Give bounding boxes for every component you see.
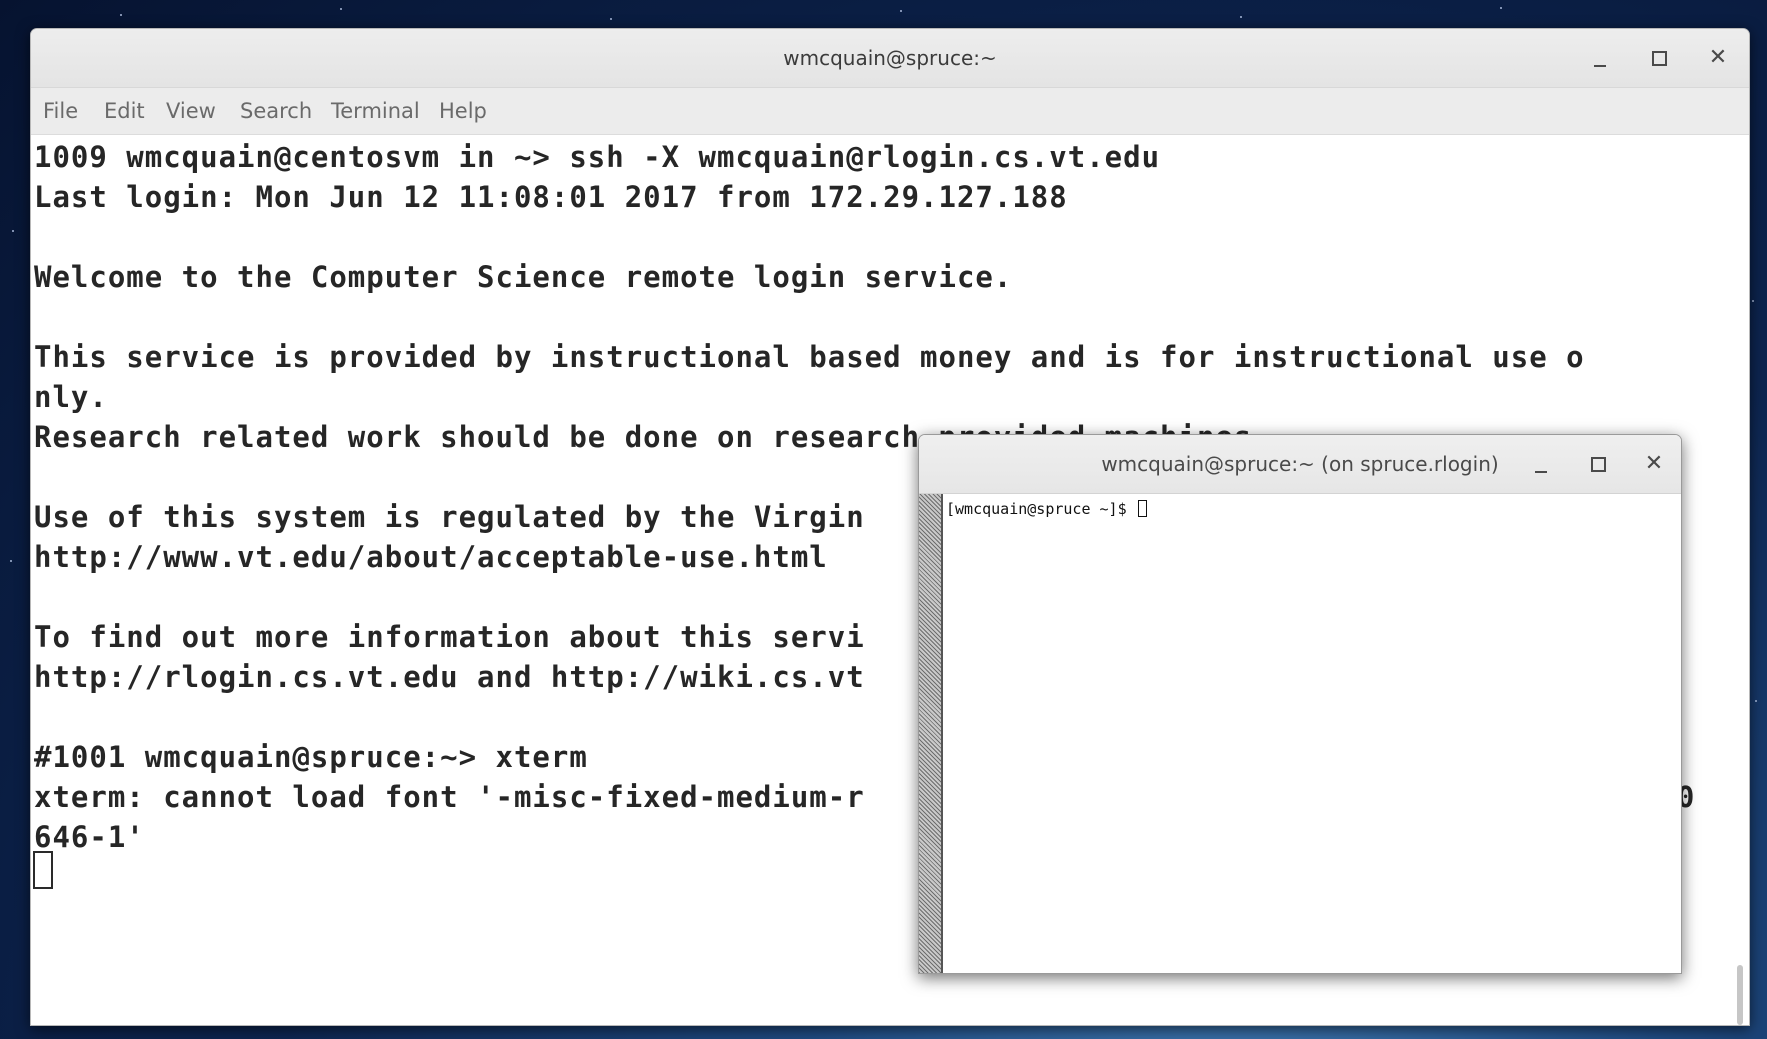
- terminal-line: http://www.vt.edu/about/acceptable-use.h…: [34, 540, 828, 574]
- close-icon: ✕: [1708, 45, 1728, 70]
- menu-bar: File Edit View Search Terminal Help: [31, 88, 1749, 135]
- menu-terminal[interactable]: Terminal: [331, 88, 420, 134]
- xterm-cursor: [1137, 500, 1147, 517]
- terminal-line: Use of this system is regulated by the V…: [34, 500, 865, 534]
- terminal-line: http://rlogin.cs.vt.edu and http://wiki.…: [34, 660, 865, 694]
- menu-file[interactable]: File: [43, 88, 78, 134]
- maximize-button[interactable]: [1644, 43, 1674, 73]
- minimize-icon: [1594, 65, 1606, 67]
- menu-help[interactable]: Help: [439, 88, 487, 134]
- xterm-title-bar[interactable]: wmcquain@spruce:~ (on spruce.rlogin) ✕: [919, 435, 1681, 494]
- minimize-button[interactable]: [1585, 43, 1615, 73]
- xterm-window-title: wmcquain@spruce:~ (on spruce.rlogin): [1101, 452, 1499, 476]
- terminal-line: Welcome to the Computer Science remote l…: [34, 260, 1013, 294]
- xterm-window: wmcquain@spruce:~ (on spruce.rlogin) ✕ […: [918, 434, 1682, 974]
- menu-view[interactable]: View: [166, 88, 216, 134]
- terminal-cursor: [33, 851, 53, 889]
- menu-search[interactable]: Search: [240, 88, 312, 134]
- close-icon: ✕: [1644, 451, 1664, 476]
- terminal-line: nly.: [34, 380, 108, 414]
- xterm-scrollbar[interactable]: [919, 494, 943, 973]
- title-bar[interactable]: wmcquain@spruce:~ ✕: [31, 29, 1749, 88]
- terminal-line: #1001 wmcquain@spruce:~> xterm: [34, 740, 588, 774]
- terminal-line: This service is provided by instructiona…: [34, 340, 1585, 374]
- minimize-icon: [1535, 471, 1547, 473]
- maximize-icon: [1651, 51, 1667, 66]
- xterm-prompt-text: [wmcquain@spruce ~]$: [946, 500, 1136, 518]
- terminal-line: Last login: Mon Jun 12 11:08:01 2017 fro…: [34, 180, 1068, 214]
- terminal-line: To find out more information about this …: [34, 620, 865, 654]
- xterm-prompt: [wmcquain@spruce ~]$: [946, 500, 1147, 518]
- menu-edit[interactable]: Edit: [104, 88, 145, 134]
- xterm-maximize-button[interactable]: [1583, 449, 1613, 479]
- xterm-close-button[interactable]: ✕: [1639, 449, 1669, 479]
- window-title: wmcquain@spruce:~: [783, 46, 997, 70]
- close-button[interactable]: ✕: [1703, 43, 1733, 73]
- xterm-minimize-button[interactable]: [1526, 449, 1556, 479]
- scrollbar-thumb[interactable]: [1737, 965, 1743, 1025]
- xterm-output[interactable]: [wmcquain@spruce ~]$: [943, 494, 1681, 973]
- maximize-icon: [1590, 457, 1606, 472]
- terminal-line: 1009 wmcquain@centosvm in ~> ssh -X wmcq…: [34, 140, 1161, 174]
